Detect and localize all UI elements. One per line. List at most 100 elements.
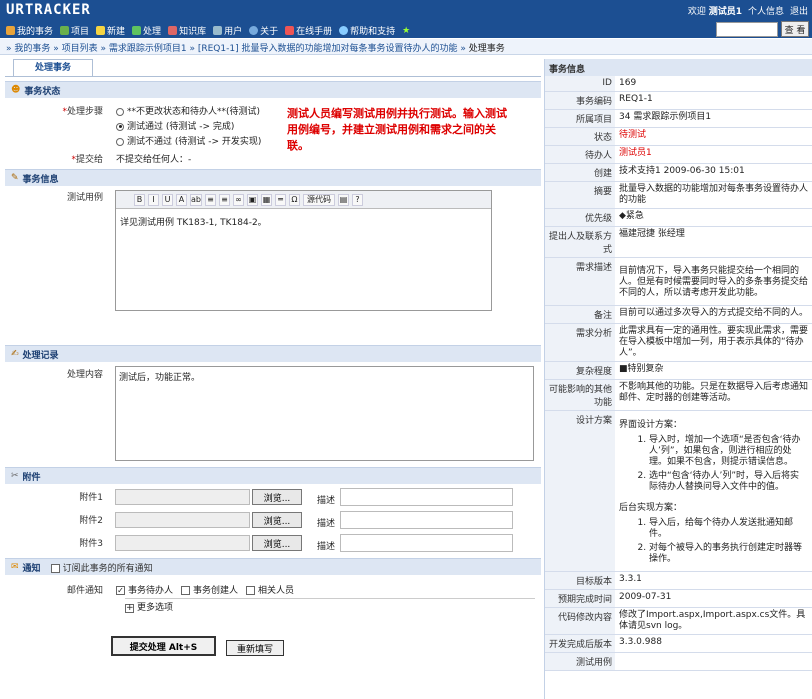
nav-about[interactable]: 关于 — [249, 24, 278, 37]
info-row: 需求描述 目前情况下，导入事务只能提交给一个相同的人。但是有时候需要同时导入的多条… — [545, 258, 812, 306]
info-row: 目标版本 3.3.1 — [545, 572, 812, 590]
help-button[interactable]: ? — [351, 193, 363, 206]
source-button[interactable]: 源代码 — [302, 193, 335, 206]
info-key: 可能影响的其他功能 — [545, 380, 615, 410]
notify-related-checkbox[interactable]: 相关人员 — [246, 583, 294, 596]
nav-projects[interactable]: 项目 — [60, 24, 89, 37]
nav-manual[interactable]: 在线手册 — [285, 24, 332, 37]
profile-link[interactable]: 个人信息 — [748, 4, 784, 17]
nav-my-tasks[interactable]: 我的事务 — [6, 24, 53, 37]
info-value: 3.3.1 — [619, 574, 642, 584]
manual-icon — [285, 26, 295, 35]
submit-button[interactable]: 提交处理 Alt+S — [111, 636, 216, 656]
attach-1-desc[interactable] — [340, 488, 513, 506]
ordered-list-button[interactable]: ≡ — [204, 193, 216, 206]
task-info-panel: 事务信息 ID 169 事务编码 REQ1-1 所属项目 34 需求跟踪示例项目1 状态 待测… — [544, 59, 812, 699]
info-key: 优先级 — [545, 209, 615, 226]
attach-2-desc[interactable] — [340, 511, 513, 529]
image-button[interactable]: ▣ — [246, 193, 258, 206]
notify-assignee-checkbox[interactable]: ✓ 事务待办人 — [116, 583, 173, 596]
italic-button[interactable]: I — [148, 193, 159, 206]
maximize-button[interactable]: ▤ — [337, 193, 349, 206]
info-key: 待办人 — [545, 146, 615, 163]
tab-process[interactable]: 处理事务 — [13, 59, 93, 77]
radio-fail[interactable]: 测试不通过 (待测试 -> 开发实现) — [116, 134, 261, 147]
subscribe-checkbox[interactable]: 订阅此事务的所有通知 — [50, 561, 153, 574]
info-icon — [249, 26, 259, 35]
nav-knowledge[interactable]: 知识库 — [168, 24, 206, 37]
info-key: 事务编码 — [545, 92, 615, 109]
info-key: ID — [545, 76, 615, 91]
search-button[interactable]: 查 看 — [781, 21, 809, 37]
nav-users[interactable]: 用户 — [213, 24, 242, 37]
attach-3-desc[interactable] — [340, 534, 513, 552]
notify-section-header: ✉ 通知 订阅此事务的所有通知 — [5, 558, 541, 575]
crumb-projects[interactable]: 项目列表 — [62, 44, 98, 54]
nav-help[interactable]: 帮助和支持 — [339, 24, 395, 37]
record-textarea[interactable]: 测试后，功能正常。 — [115, 366, 534, 461]
search-input[interactable] — [716, 22, 778, 37]
crumb-task[interactable]: [REQ1-1] 批量导入数据的功能增加对每条事务设置待办人的功能 — [198, 44, 458, 54]
users-icon — [213, 26, 223, 35]
logout-link[interactable]: 退出 — [790, 4, 808, 17]
attach-section-header: ✂ 附件 — [5, 467, 541, 484]
special-char-button[interactable]: Ω — [288, 193, 300, 206]
star-icon[interactable]: ★ — [402, 24, 410, 37]
font-color-button[interactable]: A — [176, 193, 187, 206]
unordered-list-button[interactable]: ≡ — [218, 193, 230, 206]
record-section-header: ✍ 处理记录 — [5, 345, 541, 362]
reset-button[interactable]: 重新填写 — [226, 640, 284, 656]
highlight-button[interactable]: ab — [190, 193, 202, 206]
info-key: 需求描述 — [545, 258, 615, 305]
info-value: 批量导入数据的功能增加对每条事务设置待办人的功能 — [619, 184, 809, 205]
mail-icon: ✉ — [11, 562, 19, 572]
info-value: 修改了Import.aspx,Import.aspx.cs文件。具体请见svn … — [619, 610, 806, 631]
note-icon: ✍ — [11, 349, 19, 359]
info-key: 测试用例 — [545, 653, 615, 670]
hr-button[interactable]: ═ — [274, 193, 286, 206]
testcase-editor[interactable]: B I U A ab ≡ ≡ ∞ ▣ ▦ ═ Ω 源代码 ▤ ? 详见测试用例 … — [115, 190, 492, 311]
info-value: 此需求具有一定的通用性。要实现此需求，需要在导入模板中增加一列，用于表示具体的“… — [619, 326, 809, 358]
link-button[interactable]: ∞ — [232, 193, 244, 206]
info-value: 2009-07-31 — [619, 592, 672, 602]
info-value: 34 需求跟踪示例项目1 — [619, 112, 712, 122]
process-form: 处理事务 ☻ 事务状态 *处理步骤 **不更改状态和待办人**(待测试) 测试通过… — [5, 59, 541, 699]
new-icon — [96, 26, 106, 35]
radio-pass[interactable]: 测试通过 (待测试 -> 完成) — [116, 119, 234, 132]
info-row: 复杂程度 ■特别复杂 — [545, 362, 812, 380]
crumb-project[interactable]: 需求跟踪示例项目1 — [109, 44, 187, 54]
bold-button[interactable]: B — [134, 193, 145, 206]
more-options[interactable]: + 更多选项 — [125, 598, 535, 613]
check-icon — [132, 26, 142, 35]
info-key: 摘要 — [545, 182, 615, 208]
browse-button-2[interactable]: 浏览... — [252, 512, 302, 528]
testcase-content[interactable]: 详见测试用例 TK183-1, TK184-2。 — [116, 209, 491, 234]
attach-1-file[interactable] — [115, 489, 250, 505]
app-logo: URTRACKER — [6, 2, 91, 18]
radio-no-change[interactable]: **不更改状态和待办人**(待测试) — [116, 104, 260, 117]
info-value: 技术支持1 2009-06-30 15:01 — [619, 166, 745, 176]
attach-3-file[interactable] — [115, 535, 250, 551]
info-row: 状态 待测试 — [545, 128, 812, 146]
info-row: 摘要 批量导入数据的功能增加对每条事务设置待办人的功能 — [545, 182, 812, 209]
info-value: ■特别复杂 — [619, 364, 664, 374]
nav-process[interactable]: 处理 — [132, 24, 161, 37]
info-value: REQ1-1 — [619, 94, 653, 104]
info-value: 169 — [619, 78, 637, 88]
info-key: 备注 — [545, 306, 615, 323]
home-icon — [6, 26, 15, 35]
info-row: 代码修改内容 修改了Import.aspx,Import.aspx.cs文件。具体… — [545, 608, 812, 635]
status-section-header: ☻ 事务状态 — [5, 81, 541, 98]
underline-button[interactable]: U — [162, 193, 173, 206]
attach-2-file[interactable] — [115, 512, 250, 528]
notify-creator-checkbox[interactable]: 事务创建人 — [181, 583, 238, 596]
info-value: 福建冠捷 张经理 — [619, 229, 685, 239]
browse-button-3[interactable]: 浏览... — [252, 535, 302, 551]
info-key: 创建 — [545, 164, 615, 181]
browse-button-1[interactable]: 浏览... — [252, 489, 302, 505]
crumb-my-tasks[interactable]: 我的事务 — [14, 44, 50, 54]
info-key: 状态 — [545, 128, 615, 145]
table-button[interactable]: ▦ — [260, 193, 272, 206]
nav-new[interactable]: 新建 — [96, 24, 125, 37]
info-value: ◆紧急 — [619, 211, 644, 221]
